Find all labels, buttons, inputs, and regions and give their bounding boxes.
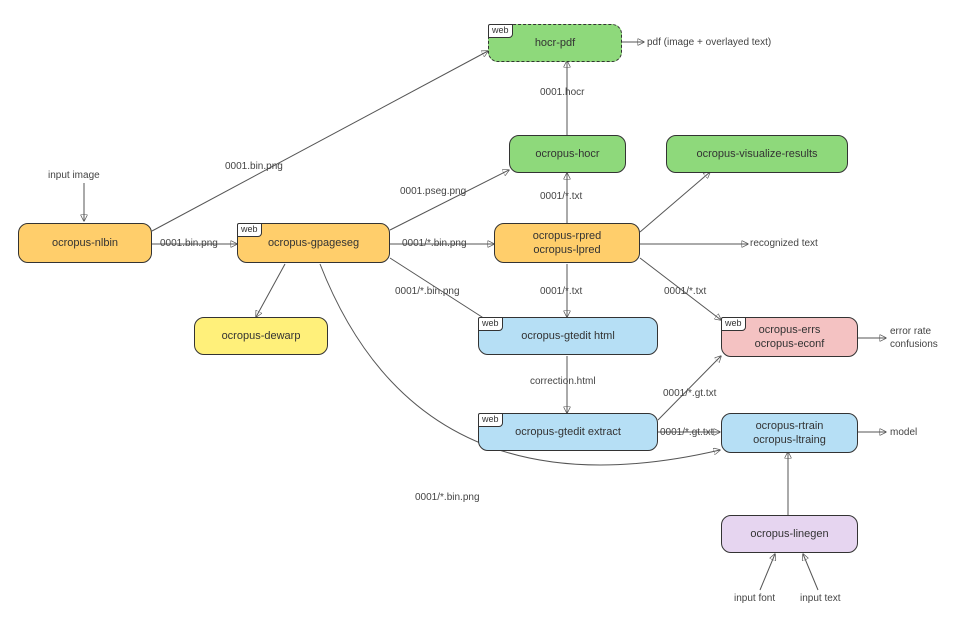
web-badge: web bbox=[478, 317, 503, 331]
node-label: hocr-pdf bbox=[535, 36, 575, 50]
io-model: model bbox=[890, 427, 917, 438]
node-label: ocropus-gtedit html bbox=[521, 329, 615, 343]
node-gtedit-html[interactable]: web ocropus-gtedit html bbox=[478, 317, 658, 355]
edge-label: 0001/*.bin.png bbox=[415, 492, 480, 503]
edge-label: 0001/*.gt.txt bbox=[660, 427, 713, 438]
edge-label: 0001/*.txt bbox=[540, 286, 582, 297]
io-input-image: input image bbox=[48, 170, 100, 181]
web-badge: web bbox=[721, 317, 746, 331]
node-gtedit-extract[interactable]: web ocropus-gtedit extract bbox=[478, 413, 658, 451]
node-rpred[interactable]: ocropus-rpredocropus-lpred bbox=[494, 223, 640, 263]
node-label: ocropus-linegen bbox=[750, 527, 828, 541]
io-input-font: input font bbox=[734, 593, 775, 604]
edge-label: 0001/*.bin.png bbox=[402, 238, 467, 249]
node-label: ocropus-gpageseg bbox=[268, 236, 359, 250]
web-badge: web bbox=[478, 413, 503, 427]
node-label: ocropus-rpredocropus-lpred bbox=[533, 229, 601, 258]
node-hocr-pdf[interactable]: web hocr-pdf bbox=[488, 24, 622, 62]
edge-label: 0001.bin.png bbox=[225, 161, 283, 172]
node-label: ocropus-gtedit extract bbox=[515, 425, 621, 439]
node-label: ocropus-hocr bbox=[535, 147, 599, 161]
web-badge: web bbox=[237, 223, 262, 237]
edge-label: 0001/*.gt.txt bbox=[663, 388, 716, 399]
node-errs[interactable]: web ocropus-errsocropus-econf bbox=[721, 317, 858, 357]
node-label: ocropus-nlbin bbox=[52, 236, 118, 250]
edge-label: 0001.hocr bbox=[540, 87, 584, 98]
node-dewarp[interactable]: ocropus-dewarp bbox=[194, 317, 328, 355]
io-confusions: confusions bbox=[890, 339, 938, 350]
io-error-rate: error rate bbox=[890, 326, 931, 337]
edge-label: 0001/*.txt bbox=[540, 191, 582, 202]
web-badge: web bbox=[488, 24, 513, 38]
node-label: ocropus-errsocropus-econf bbox=[755, 323, 825, 352]
io-recognized-text: recognized text bbox=[750, 238, 818, 249]
node-hocr[interactable]: ocropus-hocr bbox=[509, 135, 626, 173]
node-visualize-results[interactable]: ocropus-visualize-results bbox=[666, 135, 848, 173]
node-label: ocropus-rtrainocropus-ltraing bbox=[753, 419, 826, 448]
node-rtrain[interactable]: ocropus-rtrainocropus-ltraing bbox=[721, 413, 858, 453]
edge-label: 0001/*.txt bbox=[664, 286, 706, 297]
edge-label: 0001.bin.png bbox=[160, 238, 218, 249]
io-pdf-output: pdf (image + overlayed text) bbox=[647, 37, 771, 48]
node-nlbin[interactable]: ocropus-nlbin bbox=[18, 223, 152, 263]
node-gpageseg[interactable]: web ocropus-gpageseg bbox=[237, 223, 390, 263]
edge-label: 0001/*.bin.png bbox=[395, 286, 460, 297]
edge-label: 0001.pseg.png bbox=[400, 186, 466, 197]
io-input-text: input text bbox=[800, 593, 841, 604]
node-linegen[interactable]: ocropus-linegen bbox=[721, 515, 858, 553]
node-label: ocropus-dewarp bbox=[222, 329, 301, 343]
node-label: ocropus-visualize-results bbox=[696, 147, 817, 161]
edge-label: correction.html bbox=[530, 376, 596, 387]
